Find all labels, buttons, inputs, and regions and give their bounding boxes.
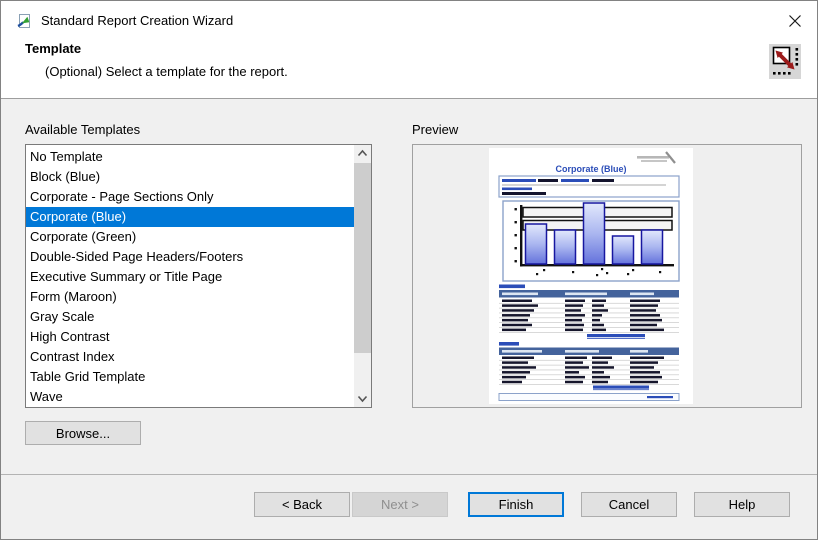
app-icon xyxy=(15,13,31,29)
list-item[interactable]: No Template xyxy=(26,147,354,167)
template-preview-thumbnail: Corporate (Blue) xyxy=(489,148,693,404)
template-step-icon xyxy=(769,44,801,79)
scrollbar-thumb[interactable] xyxy=(354,163,371,353)
scroll-up-icon[interactable] xyxy=(354,145,371,162)
thumbnail-title: Corporate (Blue) xyxy=(555,164,626,174)
cancel-button[interactable]: Cancel xyxy=(581,492,677,517)
list-item[interactable]: Corporate - Page Sections Only xyxy=(26,187,354,207)
preview-pane: Corporate (Blue) xyxy=(412,144,802,408)
step-title: Template xyxy=(25,41,81,56)
step-subtitle: (Optional) Select a template for the rep… xyxy=(45,64,288,79)
list-item[interactable]: Gray Scale xyxy=(26,307,354,327)
title-bar: Standard Report Creation Wizard xyxy=(1,1,817,41)
thumb-table-1 xyxy=(499,285,679,339)
next-button[interactable]: Next > xyxy=(352,492,448,517)
thumb-table-2 xyxy=(499,342,679,390)
window-title: Standard Report Creation Wizard xyxy=(41,1,233,41)
list-item[interactable]: Table Grid Template xyxy=(26,367,354,387)
scroll-down-icon[interactable] xyxy=(354,390,371,407)
list-item[interactable]: Corporate (Green) xyxy=(26,227,354,247)
list-item[interactable]: Double-Sided Page Headers/Footers xyxy=(26,247,354,267)
preview-label: Preview xyxy=(412,122,458,137)
footer-divider xyxy=(1,474,817,475)
help-button[interactable]: Help xyxy=(694,492,790,517)
thumb-report-header xyxy=(499,176,679,197)
listbox-scrollbar[interactable] xyxy=(354,145,371,407)
list-item[interactable]: Corporate (Blue) xyxy=(26,207,354,227)
template-listbox[interactable]: No TemplateBlock (Blue)Corporate - Page … xyxy=(25,144,372,408)
close-icon[interactable] xyxy=(783,9,807,33)
browse-button[interactable]: Browse... xyxy=(25,421,141,445)
available-templates-label: Available Templates xyxy=(25,122,140,137)
standard-report-creation-wizard-dialog: Standard Report Creation Wizard Template… xyxy=(0,0,818,540)
list-item[interactable]: Contrast Index xyxy=(26,347,354,367)
back-button[interactable]: < Back xyxy=(254,492,350,517)
list-item[interactable]: Form (Maroon) xyxy=(26,287,354,307)
list-item[interactable]: Wave xyxy=(26,387,354,407)
list-item[interactable]: High Contrast xyxy=(26,327,354,347)
logo-smudge xyxy=(637,152,675,163)
list-item[interactable]: Block (Blue) xyxy=(26,167,354,187)
template-list: No TemplateBlock (Blue)Corporate - Page … xyxy=(26,147,354,407)
thumb-bar-chart xyxy=(503,201,679,281)
list-item[interactable]: Executive Summary or Title Page xyxy=(26,267,354,287)
thumb-page-footer xyxy=(499,394,679,401)
finish-button[interactable]: Finish xyxy=(468,492,564,517)
